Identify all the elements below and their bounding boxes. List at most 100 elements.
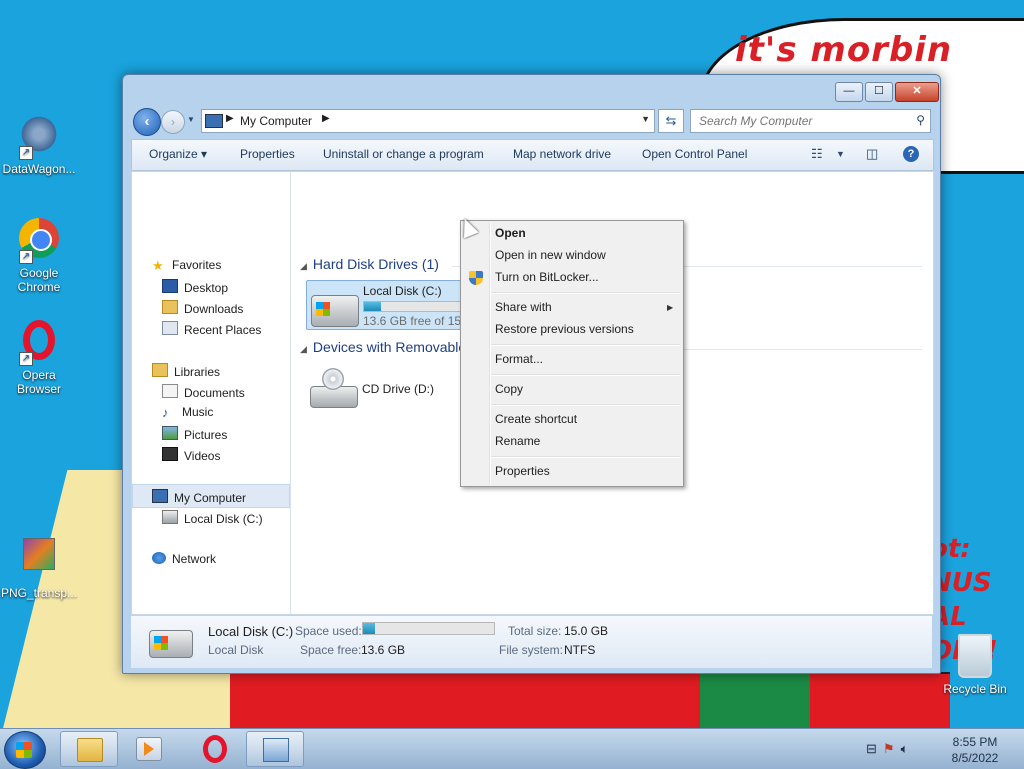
desktop-icon-label: Recycle Bin (943, 682, 1007, 696)
nav-recent-places[interactable]: Recent Places (162, 321, 261, 337)
folder-icon (77, 738, 103, 762)
nav-label: Libraries (174, 365, 221, 379)
clock-date: 8/5/2022 (951, 751, 999, 765)
nav-videos[interactable]: Videos (162, 447, 220, 463)
menu-item-create-shortcut[interactable]: Create shortcut (495, 412, 577, 426)
cd-drive-icon (310, 368, 358, 408)
change-view-icon[interactable]: ☷ (811, 146, 823, 162)
wallpaper-text-line: NUS (930, 568, 992, 598)
taskbar-media-player-button[interactable] (120, 731, 176, 765)
refresh-icon: ⇆ (665, 113, 677, 128)
refresh-button[interactable]: ⇆ (658, 109, 684, 133)
nav-label: My Computer (174, 491, 247, 505)
address-dropdown-icon[interactable]: ▼ (641, 114, 650, 124)
organize-menu[interactable]: Organize ▾ (149, 147, 207, 161)
address-bar[interactable]: ▶ My Computer ▶ ▼ (201, 109, 655, 133)
submenu-arrow-icon: ▶ (667, 303, 674, 312)
nav-label: Videos (184, 449, 221, 463)
forward-button[interactable]: › (161, 110, 185, 134)
breadcrumb-my-computer[interactable]: My Computer (240, 114, 312, 128)
group-header-hard-disk[interactable]: ◢ Hard Disk Drives (1) (300, 256, 439, 272)
map-network-drive-button[interactable]: Map network drive (513, 147, 611, 161)
uninstall-program-button[interactable]: Uninstall or change a program (323, 147, 484, 161)
desktop-icon-label: Google Chrome (17, 266, 61, 294)
nav-downloads[interactable]: Downloads (162, 300, 243, 316)
drive-item-cd-drive-d[interactable]: CD Drive (D:) (306, 368, 456, 416)
opera-icon (203, 735, 227, 763)
details-file-system-label: File system: (499, 643, 564, 657)
network-icon[interactable]: ⊟ (866, 741, 883, 756)
command-bar: Organize ▾ Properties Uninstall or chang… (131, 139, 934, 171)
menu-item-open-new-window[interactable]: Open in new window (495, 248, 606, 262)
taskbar: ⊟⚑🔈︎ 8:55 PM 8/5/2022 (0, 728, 1024, 769)
open-control-panel-button[interactable]: Open Control Panel (642, 147, 747, 161)
menu-item-copy[interactable]: Copy (495, 382, 523, 396)
preview-pane-icon[interactable]: ◫ (866, 146, 878, 162)
taskbar-opera-button[interactable] (184, 731, 240, 765)
nav-local-disk-c[interactable]: Local Disk (C:) (162, 510, 263, 526)
view-dropdown-icon[interactable]: ▼ (836, 149, 845, 159)
recent-pages-dropdown[interactable]: ▼ (187, 115, 195, 124)
windows-logo-icon (16, 742, 32, 758)
close-button[interactable]: ✕ (895, 82, 939, 102)
nav-pictures[interactable]: Pictures (162, 426, 227, 442)
context-menu-gutter (489, 223, 491, 484)
desktop-icon-datawagon[interactable]: ↗ DataWagon... (0, 112, 78, 176)
desktop-icon-opera[interactable]: ↗ Opera Browser (0, 320, 78, 396)
search-icon[interactable]: ⚲ (916, 113, 925, 127)
clock-time: 8:55 PM (952, 735, 998, 749)
breadcrumb-separator-icon[interactable]: ▶ (322, 113, 330, 124)
nav-my-computer[interactable]: My Computer (152, 489, 246, 505)
search-input[interactable] (697, 113, 901, 129)
maximize-button[interactable]: ☐ (865, 82, 893, 102)
nav-label: Network (172, 552, 217, 566)
nav-network[interactable]: Network (152, 552, 216, 566)
properties-button[interactable]: Properties (240, 147, 295, 161)
drive-name: CD Drive (D:) (362, 382, 434, 396)
help-icon[interactable]: ? (903, 146, 919, 162)
start-button[interactable] (4, 731, 46, 769)
star-icon: ★ (152, 258, 164, 273)
menu-item-format[interactable]: Format... (495, 352, 543, 366)
breadcrumb-separator-icon[interactable]: ▶ (226, 113, 234, 124)
menu-item-rename[interactable]: Rename (495, 434, 540, 448)
nav-favorites[interactable]: ★ Favorites (152, 258, 221, 273)
title-bar[interactable]: — ☐ ✕ (123, 75, 940, 107)
system-clock[interactable]: 8:55 PM 8/5/2022 (940, 734, 1010, 766)
desktop-icon-label: Opera Browser (16, 368, 61, 396)
nav-documents[interactable]: Documents (162, 384, 245, 400)
nav-desktop[interactable]: Desktop (162, 279, 228, 295)
collapse-triangle-icon[interactable]: ◢ (300, 344, 307, 354)
collapse-triangle-icon[interactable]: ◢ (300, 261, 307, 271)
wallpaper-text-line: ot: (930, 534, 971, 564)
volume-icon[interactable]: 🔈︎ (901, 741, 915, 756)
flag-icon[interactable]: ⚑ (883, 741, 901, 756)
menu-separator (491, 344, 680, 346)
menu-item-bitlocker[interactable]: Turn on BitLocker... (495, 270, 599, 284)
desktop-icon-png-file[interactable]: PNG_transp... (0, 530, 78, 600)
minimize-button[interactable]: — (835, 82, 863, 102)
png-file-icon (17, 538, 61, 582)
taskbar-remote-desktop-button[interactable] (246, 731, 304, 767)
group-header-label: Hard Disk Drives (1) (312, 256, 439, 272)
downloads-folder-icon (162, 300, 178, 314)
menu-item-properties[interactable]: Properties (495, 464, 550, 478)
desktop-icon-chrome[interactable]: ↗ Google Chrome (0, 216, 78, 294)
menu-item-restore-versions[interactable]: Restore previous versions (495, 322, 634, 336)
libraries-icon (152, 363, 168, 377)
desktop-icon-label: DataWagon... (2, 162, 76, 176)
details-total-size-value: 15.0 GB (564, 624, 609, 638)
menu-separator (491, 456, 680, 458)
system-tray: ⊟⚑🔈︎ (866, 741, 914, 757)
nav-label: Downloads (184, 302, 244, 316)
taskbar-explorer-button[interactable] (60, 731, 118, 767)
back-button[interactable]: ‹ (133, 108, 161, 136)
nav-libraries[interactable]: Libraries (152, 363, 220, 379)
videos-icon (162, 447, 178, 461)
desktop-icon-recycle-bin[interactable]: Recycle Bin (936, 632, 1014, 696)
nav-music[interactable]: ♪ Music (162, 405, 213, 420)
menu-item-open[interactable]: Open (495, 226, 526, 240)
menu-item-share-with[interactable]: Share with (495, 300, 552, 314)
nav-label: Pictures (184, 428, 228, 442)
search-box[interactable]: ⚲ (690, 109, 931, 133)
